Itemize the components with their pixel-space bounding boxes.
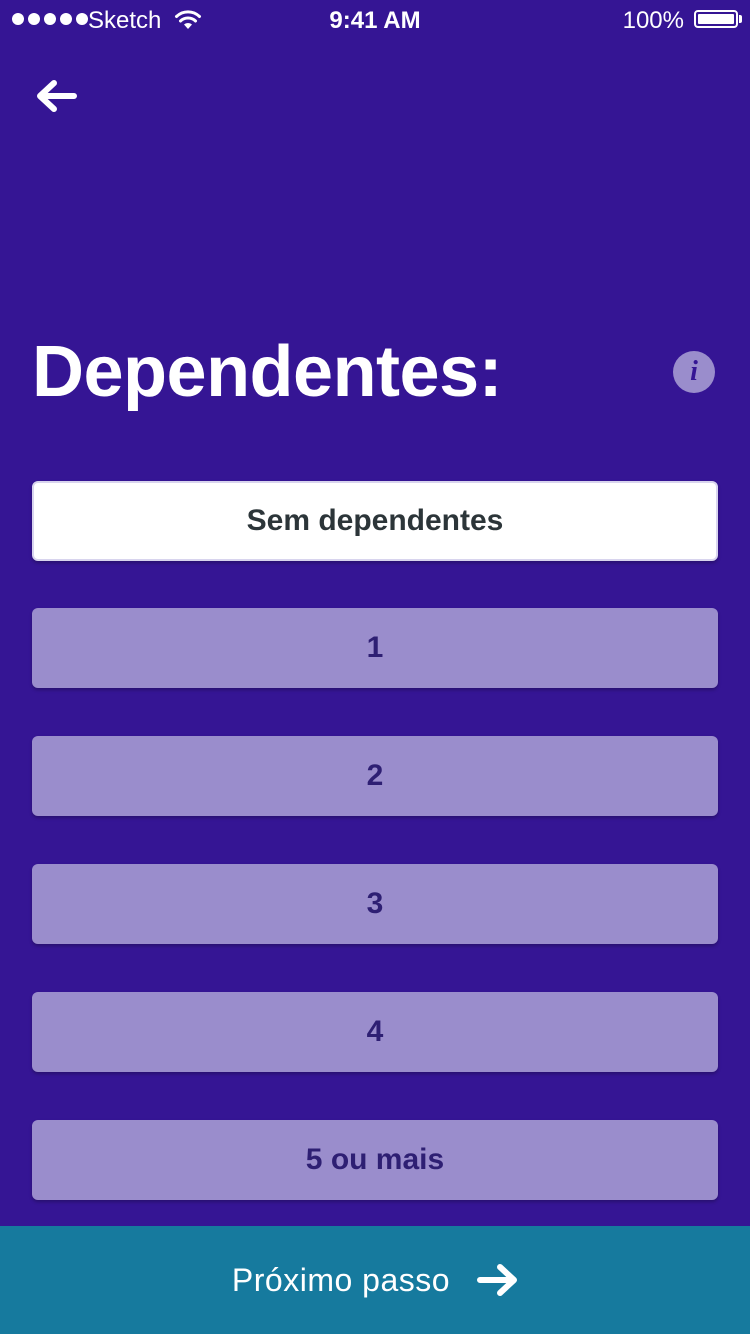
battery-fill: [698, 14, 734, 24]
option-label: 5 ou mais: [305, 1143, 445, 1176]
option-2[interactable]: 2: [32, 736, 718, 816]
battery-icon: [694, 10, 738, 28]
option-sem-dependentes[interactable]: Sem dependentes: [32, 481, 718, 561]
battery-tip: [739, 15, 742, 23]
back-button[interactable]: [32, 74, 80, 118]
battery-percent: 100%: [622, 7, 684, 34]
option-5-ou-mais[interactable]: 5 ou mais: [32, 1120, 718, 1200]
option-label: 3: [366, 887, 384, 920]
next-step-button[interactable]: Próximo passo: [0, 1226, 750, 1334]
status-bar: Sketch 9:41 AM 100%: [0, 0, 750, 40]
info-icon: i: [690, 356, 698, 387]
page-title: Dependentes:: [32, 332, 503, 412]
option-4[interactable]: 4: [32, 992, 718, 1072]
option-label: 4: [366, 1015, 384, 1048]
arrow-right-icon: [477, 1264, 518, 1296]
next-step-label: Próximo passo: [231, 1261, 451, 1298]
option-3[interactable]: 3: [32, 864, 718, 944]
option-label: 1: [366, 631, 384, 664]
option-label: 2: [366, 759, 384, 792]
info-button[interactable]: i: [673, 351, 715, 393]
arrow-left-icon: [37, 80, 77, 112]
option-label: Sem dependentes: [246, 504, 504, 537]
option-1[interactable]: 1: [32, 608, 718, 688]
